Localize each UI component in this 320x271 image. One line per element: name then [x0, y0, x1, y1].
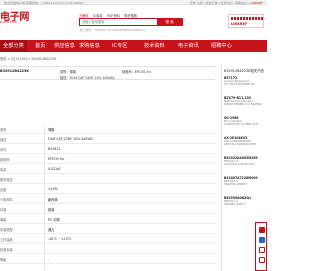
user-links-text[interactable]: 登录 注册 | 我的订单 | 会员中心 | 帮助中心 | [190, 1, 251, 5]
spec-label: 系列 [0, 147, 7, 152]
search-button[interactable]: 搜 索 [157, 19, 182, 26]
spec-row: 描述 FILM CAP 22NF 10% 440VAC [0, 134, 215, 144]
nav-purchase[interactable]: 求购信息 [79, 40, 100, 52]
spec-value: FILM CAP 22NF 10% 440VAC [48, 136, 94, 141]
welcome-text: 欢迎光临电子网 客服热线：13686111513 15705156587 [4, 0, 84, 5]
related-products-title: B32912B4223K相关产品 [224, 69, 264, 73]
back-to-top-icon[interactable] [259, 257, 265, 263]
related-product[interactable]: B57172 Cooper Bussmann KIT LED FOR RDNF … [224, 76, 267, 87]
related-product[interactable]: BZX79-B11,133 NXP Semiconductors DIODE Z… [224, 96, 267, 107]
part-description: 描述：FILM CAP 22NF 10% 440VAC [60, 76, 116, 80]
spec-value: EPCOS Inc [48, 156, 65, 161]
nav-ic-zone[interactable]: IC专区 [112, 40, 128, 52]
spec-value: ±10% [48, 186, 58, 191]
phone-icon[interactable] [259, 247, 265, 253]
spec-value: B32912 [48, 146, 61, 151]
spec-label: 容差 [0, 187, 7, 192]
related-product[interactable]: B41607A7228M009 EPCOS Inc SNAP IN 2200UF [224, 176, 267, 187]
partner-logo-stripe [231, 17, 263, 20]
related-product[interactable]: 0G-1986 Bel Inductive CAPACITOR AL 8MM 1… [224, 116, 267, 127]
main-nav: 全部分类 首页 供应信息 求购信息 IC专区 技术资料 电子资讯 招聘中心 [0, 40, 267, 52]
hot-search-words[interactable]: 热门搜索： STM32F103 LM358 NE555 AMS1117 [80, 28, 146, 32]
spec-label: 端接 [0, 217, 7, 222]
user-links-highlight[interactable]: LINKREF [251, 1, 263, 5]
spec-row: 工作温度 -40°C ~ 110°C [0, 234, 215, 244]
nav-home[interactable]: 首页 [35, 40, 45, 52]
nav-news[interactable]: 电子资讯 [178, 40, 199, 52]
breadcrumb[interactable]: 首页 > IC[11100] > B32912B4223K [0, 56, 56, 61]
nav-supply[interactable]: 供应信息 [54, 40, 75, 52]
spec-label: 封装 [0, 207, 7, 212]
spec-label: 标准包装 [0, 247, 13, 252]
spec-label: 类别 [0, 127, 7, 132]
spec-label: 工作温度 [0, 237, 13, 242]
nav-jobs[interactable]: 招聘中心 [211, 40, 232, 52]
spec-label: 描述 [0, 137, 7, 142]
search-box: 搜 索 [79, 18, 183, 26]
partner-logo[interactable]: LINKREF [228, 14, 264, 28]
qq-icon[interactable] [259, 237, 265, 243]
site-logo-subtitle: e-ktw.com [0, 20, 17, 24]
spec-label: 电容 [0, 167, 7, 172]
top-info-bar: 欢迎光临电子网 客服热线：13686111513 15705156587 登录 … [0, 0, 267, 5]
spec-value: 聚丙烯 [48, 197, 58, 202]
related-product[interactable]: B32922A4603M289 EPCOS Inc CAP FILM 0.06U… [224, 156, 267, 167]
part-summary-row: B32912B4223K 类别：薄膜 制造商：EPCOS Inc 描述：FILM… [0, 66, 215, 80]
related-product-desc: KIT LED FOR RDNF 60 [224, 82, 255, 87]
chat-icon[interactable] [259, 227, 265, 233]
related-product-desc: SNAP IN 2200UF [224, 182, 247, 187]
spec-value: - [48, 256, 50, 261]
spec-label: 等级 [0, 257, 7, 262]
spec-row: 制造商 EPCOS Inc [0, 154, 215, 164]
spec-value: -40°C ~ 110°C [48, 236, 72, 241]
related-product-desc: TRANSF GATE 1 [224, 202, 246, 207]
related-product-desc: CRYSTAL 32.0000 MHZ [224, 142, 256, 147]
spec-label: 安装类型 [0, 227, 13, 232]
spec-label: 介电材料 [0, 197, 13, 202]
search-input[interactable] [82, 19, 158, 26]
spec-row: 额定电压 [0, 174, 215, 184]
related-product-desc: CAPACITOR AL 8MM 1UF [224, 122, 259, 127]
spec-row: 容差 ±10% [0, 184, 215, 194]
related-product-desc: CAP FILM 0.06UF 20% [224, 162, 255, 167]
spec-label: 额定电压 [0, 177, 13, 182]
spec-value: PC 引脚 [48, 217, 60, 222]
spec-value: 0.022μF [48, 166, 61, 171]
part-category: 类别：薄膜 [60, 70, 76, 74]
spec-row: 介电材料 聚丙烯 [0, 194, 215, 204]
nav-all-categories[interactable]: 全部分类 [0, 40, 27, 52]
spec-label: 制造商 [0, 157, 10, 162]
spec-row: 端接 PC 引脚 [0, 214, 215, 224]
spec-value: 薄膜 [48, 127, 55, 132]
spec-row: 电容 0.022μF [0, 164, 215, 174]
nav-tech-docs[interactable]: 技术资料 [144, 40, 165, 52]
part-manufacturer: 制造商：EPCOS Inc [122, 70, 152, 74]
spec-value: 散装 [48, 207, 55, 212]
spec-row: 等级 - [0, 254, 215, 264]
spec-row: 系列 B32912 [0, 144, 215, 154]
floating-service-bar [255, 222, 267, 271]
related-product-desc: DIODE ZENER 11V 500MW [224, 102, 262, 107]
spec-row: 标准包装 [0, 244, 215, 254]
spec-row: 封装 散装 [0, 204, 215, 214]
spec-row: 安装类型 通孔 [0, 224, 215, 234]
spec-value: 通孔 [48, 227, 55, 232]
partner-logo-text: LINKREF [231, 22, 248, 26]
part-number: B32912B4223K [0, 69, 30, 73]
related-product[interactable]: AX-2E104K03 TXC CORPORATION CRYSTAL 32.0… [224, 136, 267, 147]
related-product[interactable]: B82559A0N4Q1 EPCOS Inc TRANSF GATE 1 [224, 196, 267, 207]
spec-row: 类别 薄膜 [0, 124, 215, 134]
user-links[interactable]: 登录 注册 | 我的订单 | 会员中心 | 帮助中心 | LINKREF [190, 1, 263, 5]
search-tabs: 元器件 IC库存 PDF资料 现货搜索 [79, 13, 140, 18]
